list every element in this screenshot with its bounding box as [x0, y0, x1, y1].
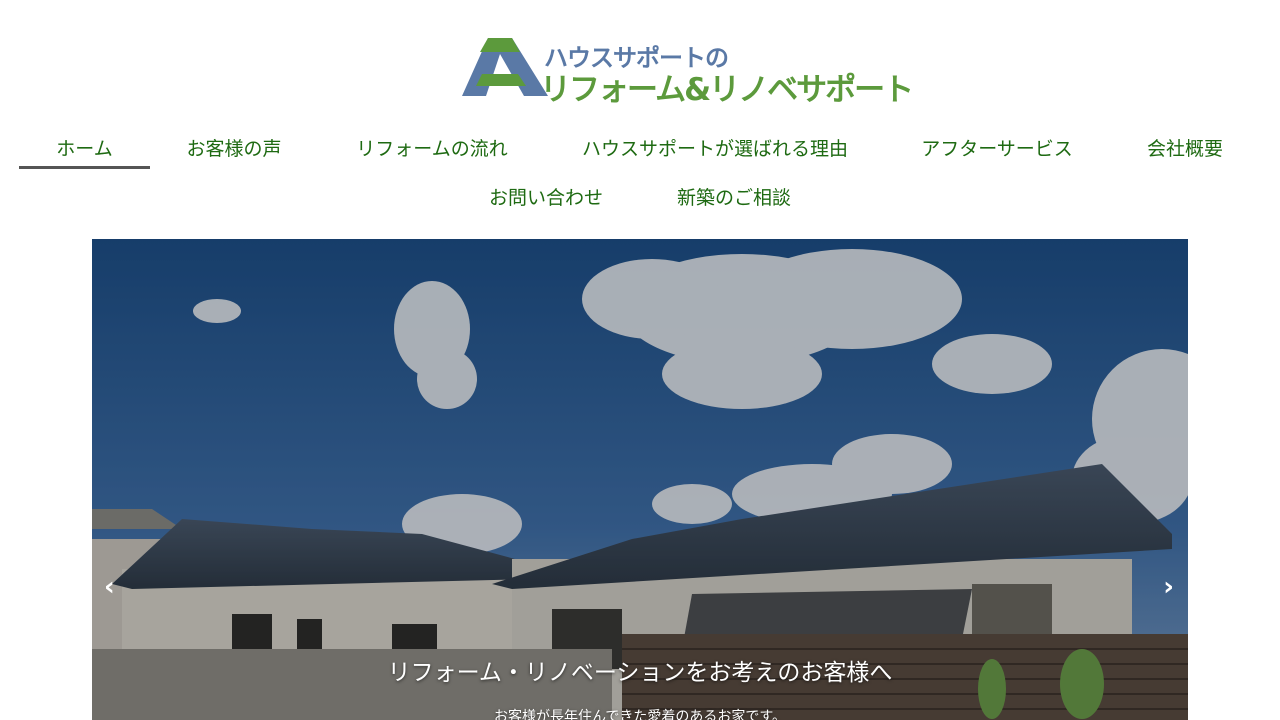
hero-slider: ‹ › リフォーム・リノベーションをお考えのお客様へ お客様が長年住んできた愛着… — [92, 239, 1188, 720]
hero-dark-overlay — [92, 239, 1188, 720]
slide-title: リフォーム・リノベーションをお考えのお客様へ — [387, 660, 893, 686]
slider-prev-button[interactable]: ‹ — [104, 572, 115, 602]
nav-customer-voice[interactable]: お客様の声 — [178, 134, 290, 161]
slider-next-button[interactable]: › — [1163, 572, 1174, 602]
nav-why-chosen[interactable]: ハウスサポートが選ばれる理由 — [574, 134, 856, 161]
nav-company[interactable]: 会社概要 — [1138, 134, 1232, 161]
nav-home[interactable]: ホーム — [19, 134, 150, 161]
logo-text-main: リフォーム&リノベサポート — [540, 72, 914, 108]
nav-new-build[interactable]: 新築のご相談 — [669, 183, 799, 210]
logo-house-icon — [462, 38, 548, 96]
nav-active-indicator — [19, 166, 150, 169]
nav-contact[interactable]: お問い合わせ — [481, 183, 611, 210]
nav-after-service[interactable]: アフターサービス — [914, 134, 1080, 161]
site-logo[interactable]: ハウスサポートの リフォーム&リノベサポート — [462, 36, 914, 108]
slide-text: お客様が長年住んできた愛着のあるお家です。 — [494, 709, 786, 720]
nav-reform-flow[interactable]: リフォームの流れ — [348, 134, 516, 161]
